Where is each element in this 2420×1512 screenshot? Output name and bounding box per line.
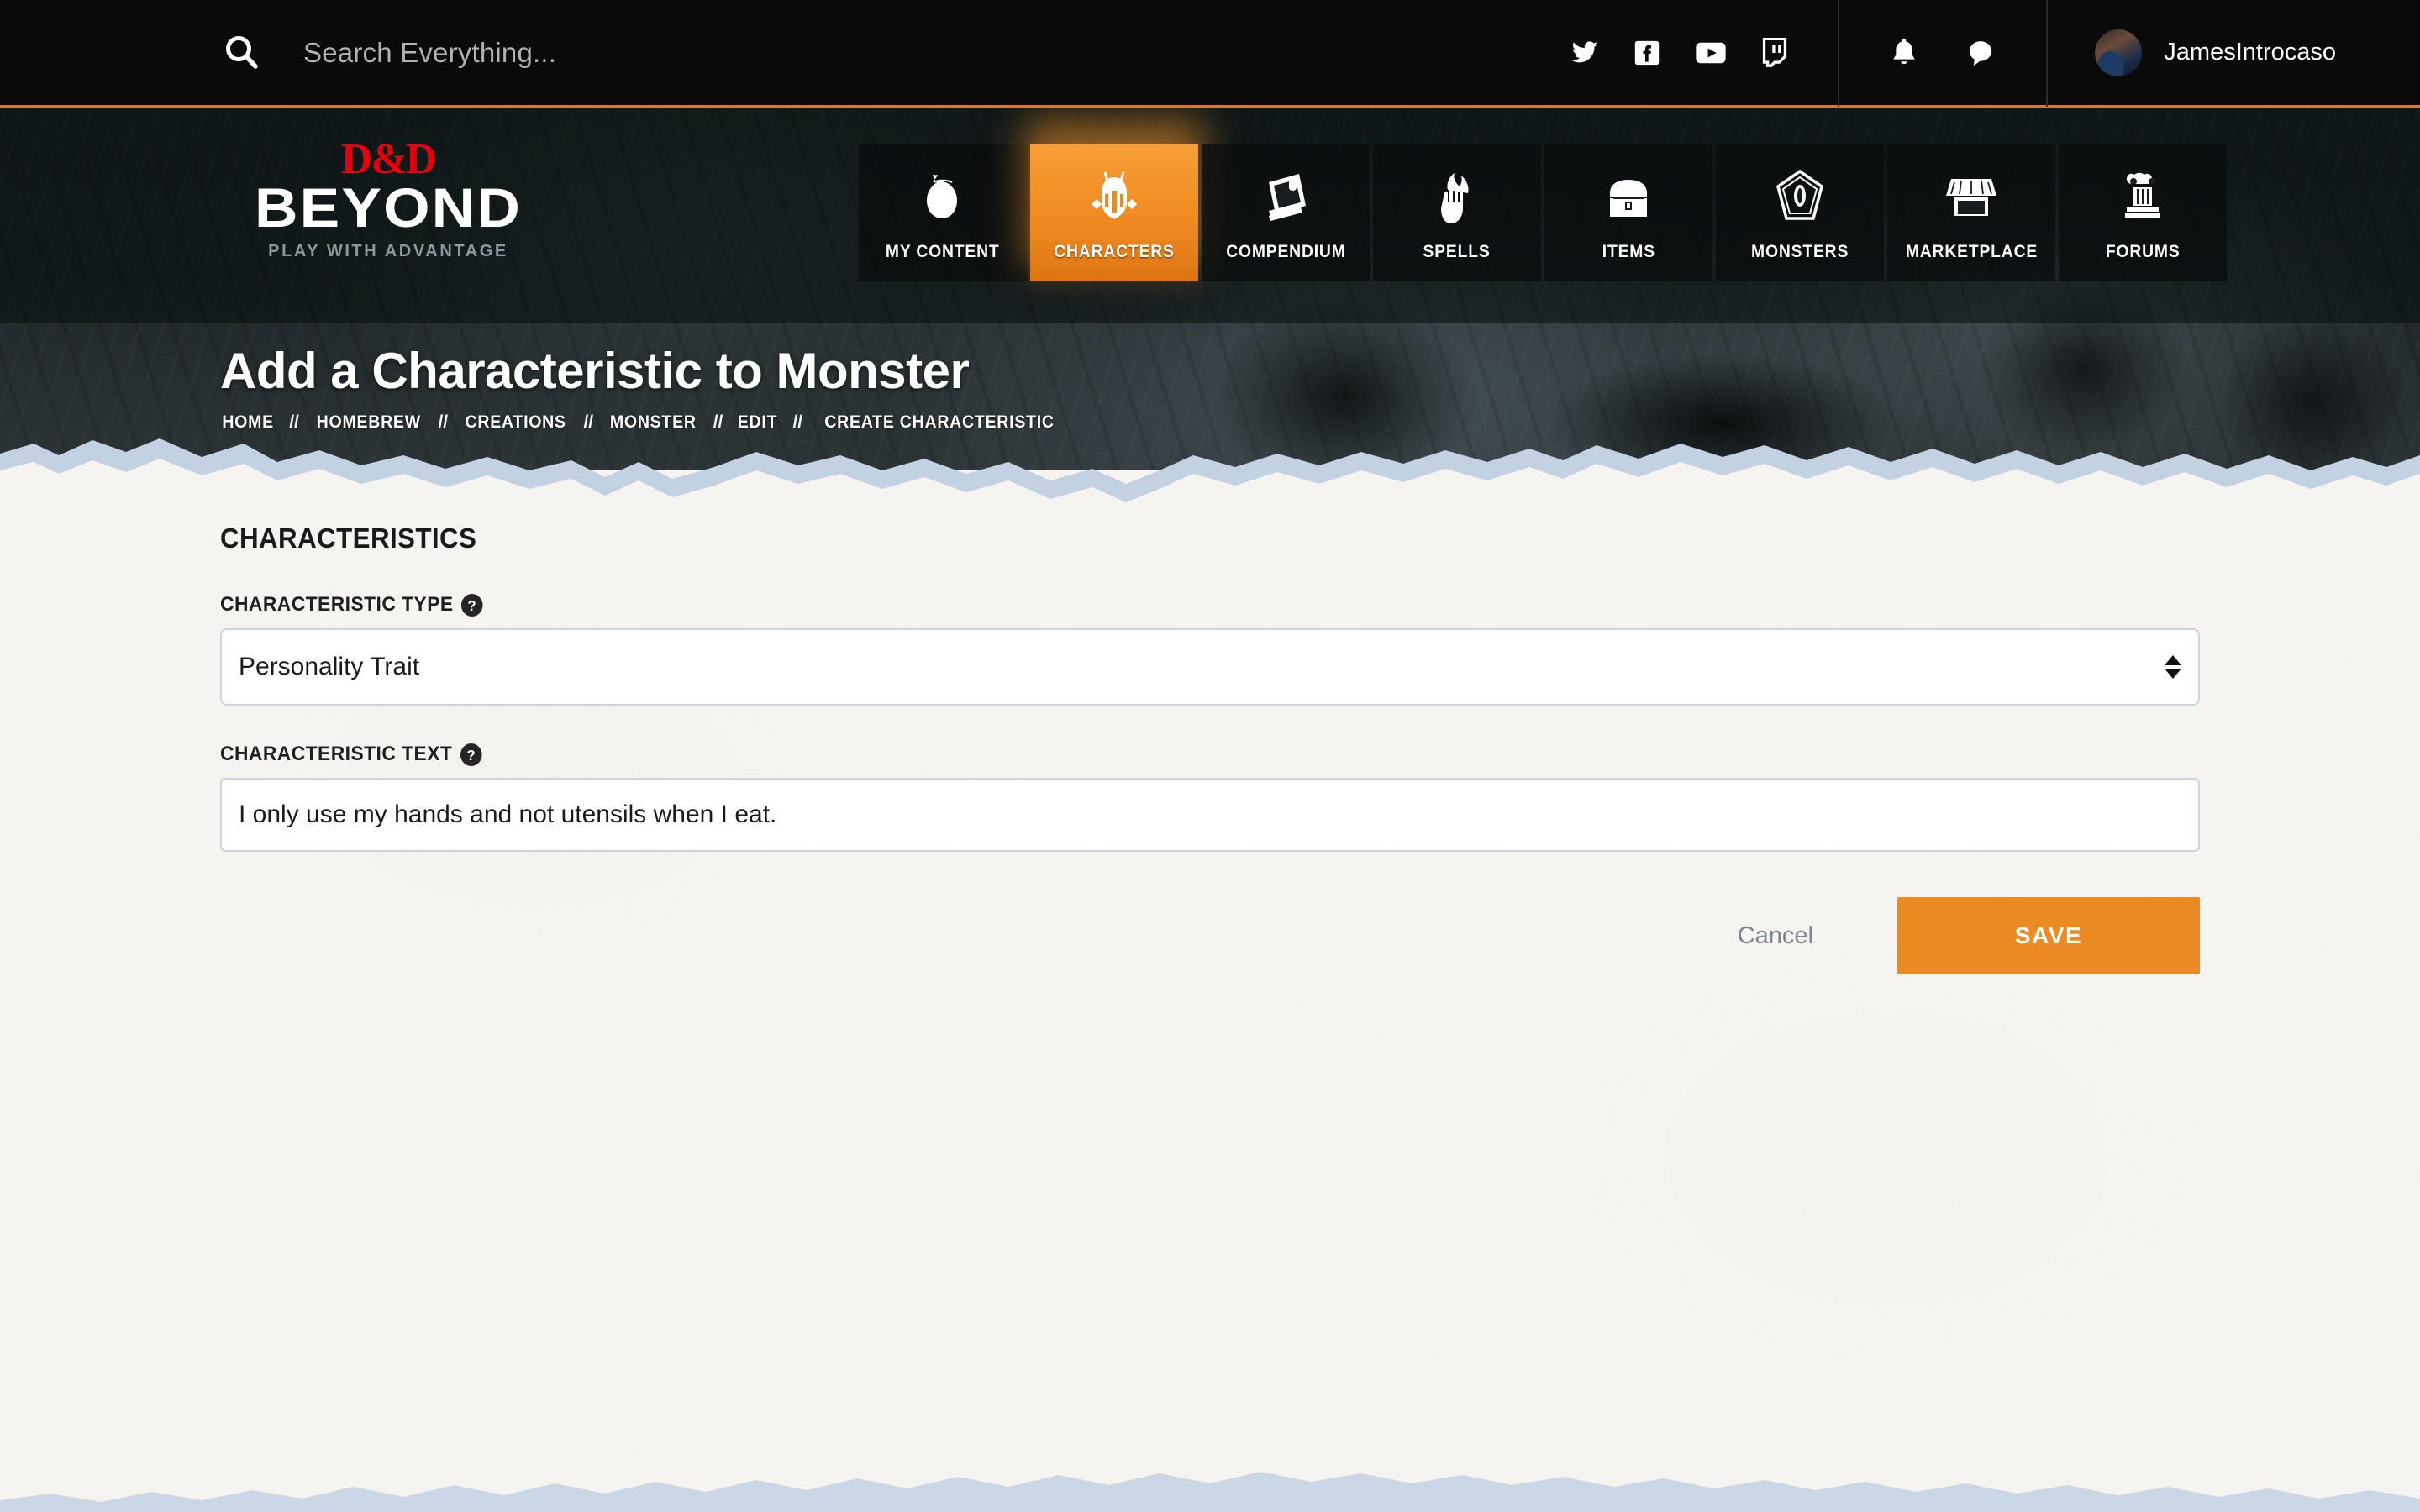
helmet-icon xyxy=(1086,166,1142,227)
breadcrumb-item-homebrew[interactable]: HOMEBREW xyxy=(317,412,421,433)
breadcrumb-item-home[interactable]: HOME xyxy=(222,412,274,433)
facebook-icon[interactable] xyxy=(1633,39,1661,67)
nav-label: FORUMS xyxy=(2105,242,2181,261)
main-navigation: MY CONTENT CHARACTERS COMPENDIUM SPELLS … xyxy=(859,144,2227,281)
characteristic-type-label-row: CHARACTERISTIC TYPE ? xyxy=(220,593,2101,617)
logo-dnd-mark: D&D xyxy=(340,135,437,183)
breadcrumb-item-edit[interactable]: EDIT xyxy=(738,412,777,433)
nav-item-items[interactable]: ITEMS xyxy=(1544,144,1712,281)
user-menu[interactable]: JamesIntrocaso xyxy=(2048,0,2420,107)
breadcrumb: HOME // HOMEBREW // CREATIONS // MONSTER… xyxy=(220,412,1063,433)
alerts-area xyxy=(1839,0,2046,107)
nav-label: ITEMS xyxy=(1602,242,1655,261)
breadcrumb-item-creations[interactable]: CREATIONS xyxy=(466,412,566,433)
youtube-icon[interactable] xyxy=(1695,39,1727,67)
breadcrumb-separator: // xyxy=(583,412,594,432)
nav-item-marketplace[interactable]: MARKETPLACE xyxy=(1887,144,2055,281)
characteristic-type-select[interactable]: Personality Trait xyxy=(220,628,2200,706)
nav-label: COMPENDIUM xyxy=(1225,242,1346,261)
nav-item-characters[interactable]: CHARACTERS xyxy=(1030,144,1198,281)
search-area[interactable] xyxy=(0,0,1520,107)
shop-icon xyxy=(1944,166,1998,227)
section-title: CHARACTERISTICS xyxy=(220,522,477,554)
chevron-down-icon xyxy=(2165,669,2181,679)
chevron-up-icon xyxy=(2165,655,2181,665)
characteristic-text-label: CHARACTERISTIC TEXT xyxy=(220,743,453,765)
svg-text:?: ? xyxy=(466,746,476,764)
form-panel: CHARACTERISTICS CHARACTERISTIC TYPE ? Pe… xyxy=(220,522,2200,974)
select-stepper-arrows[interactable] xyxy=(2165,655,2181,679)
nav-label: SPELLS xyxy=(1423,242,1491,261)
nav-label: MARKETPLACE xyxy=(1905,242,2038,261)
eye-shield-icon xyxy=(1775,166,1825,227)
logo-tagline: PLAY WITH ADVANTAGE xyxy=(268,242,508,261)
characteristic-text-field-group: CHARACTERISTIC TEXT ? xyxy=(220,743,2200,852)
username-label: JamesIntrocaso xyxy=(2164,39,2336,66)
twitter-icon[interactable] xyxy=(1569,38,1599,68)
nav-item-monsters[interactable]: MONSTERS xyxy=(1716,144,1884,281)
bell-icon[interactable] xyxy=(1890,37,1918,69)
breadcrumb-item-create-characteristic: CREATE CHARACTERISTIC xyxy=(824,412,1055,432)
characteristic-type-label: CHARACTERISTIC TYPE xyxy=(220,593,454,616)
characteristic-text-label-row: CHARACTERISTIC TEXT ? xyxy=(220,743,2101,766)
chest-icon xyxy=(1602,166,1655,227)
help-icon[interactable]: ? xyxy=(461,593,483,617)
cancel-button[interactable]: Cancel xyxy=(1687,900,1864,972)
page-header: Add a Characteristic to Monster HOME // … xyxy=(220,344,1063,433)
breadcrumb-separator: // xyxy=(713,412,723,432)
nav-item-compendium[interactable]: COMPENDIUM xyxy=(1202,144,1370,281)
twitch-icon[interactable] xyxy=(1760,37,1789,68)
top-bar: JamesIntrocaso xyxy=(0,0,2420,108)
site-logo[interactable]: D&D BEYOND PLAY WITH ADVANTAGE xyxy=(220,135,556,261)
breadcrumb-separator: // xyxy=(289,412,299,432)
chat-icon[interactable] xyxy=(1965,39,1996,67)
breadcrumb-item-monster[interactable]: MONSTER xyxy=(610,412,697,433)
column-icon xyxy=(2117,166,2169,227)
nav-label: MONSTERS xyxy=(1750,242,1849,261)
book-icon xyxy=(1259,166,1313,227)
characteristic-type-field-group: CHARACTERISTIC TYPE ? Personality Trait xyxy=(220,593,2200,706)
nav-item-forums[interactable]: FORUMS xyxy=(2059,144,2227,281)
nav-label: MY CONTENT xyxy=(886,242,1000,261)
breadcrumb-separator: // xyxy=(438,412,449,432)
flame-hand-icon xyxy=(1431,166,1483,227)
search-icon[interactable] xyxy=(223,34,261,72)
svg-text:?: ? xyxy=(467,596,476,614)
avatar xyxy=(2095,29,2143,76)
social-links xyxy=(1520,0,1838,107)
characteristic-type-value: Personality Trait xyxy=(239,653,420,680)
logo-beyond-text: BEYOND xyxy=(255,176,522,239)
characteristic-text-input[interactable] xyxy=(220,778,2200,852)
nav-item-my-content[interactable]: MY CONTENT xyxy=(859,144,1027,281)
bag-icon xyxy=(917,166,969,227)
save-button[interactable]: SAVE xyxy=(1897,897,2200,974)
search-input[interactable] xyxy=(303,36,1060,69)
page-title: Add a Characteristic to Monster xyxy=(220,343,970,399)
nav-label: CHARACTERS xyxy=(1054,242,1175,261)
breadcrumb-separator: // xyxy=(792,412,803,432)
nav-item-spells[interactable]: SPELLS xyxy=(1373,144,1541,281)
form-actions: Cancel SAVE xyxy=(220,897,2200,974)
help-icon[interactable]: ? xyxy=(460,743,482,766)
